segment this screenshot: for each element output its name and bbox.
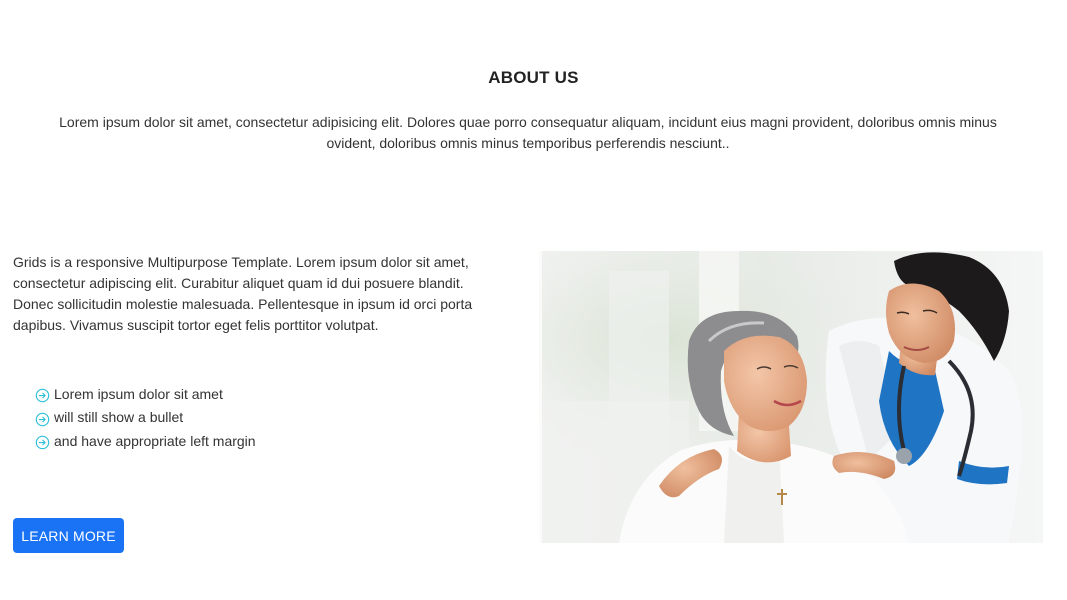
intro-paragraph: Lorem ipsum dolor sit amet, consectetur … xyxy=(59,114,997,151)
about-section: ABOUT US Lorem ipsum dolor sit amet, con… xyxy=(0,0,1067,600)
section-title: ABOUT US xyxy=(488,68,579,87)
list-item-label: will still show a bullet xyxy=(54,409,184,426)
list-item: will still show a bullet xyxy=(35,406,256,430)
arrow-circle-right-icon xyxy=(35,389,50,403)
about-description: Grids is a responsive Multipurpose Templ… xyxy=(13,254,473,333)
feature-list: Lorem ipsum dolor sit amet will still sh… xyxy=(35,382,256,453)
arrow-circle-right-icon xyxy=(35,436,50,450)
list-item-label: and have appropriate left margin xyxy=(54,432,256,449)
learn-more-button[interactable]: LEARN MORE xyxy=(13,518,124,553)
list-item-label: Lorem ipsum dolor sit amet xyxy=(54,385,223,402)
list-item: Lorem ipsum dolor sit amet xyxy=(35,382,256,406)
list-item: and have appropriate left margin xyxy=(35,429,256,453)
doctor-with-patient-photo-icon xyxy=(539,251,1043,543)
doctor-patient-photo xyxy=(539,251,1043,543)
arrow-circle-right-icon xyxy=(35,412,50,426)
